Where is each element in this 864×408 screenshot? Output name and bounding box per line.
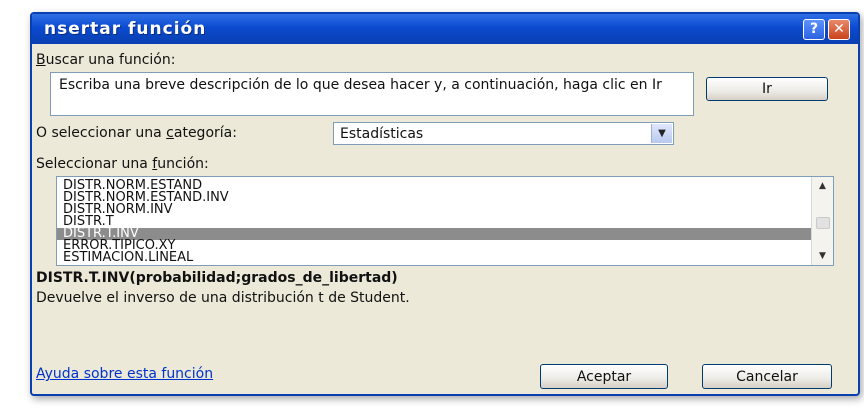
help-link[interactable]: Ayuda sobre esta función: [36, 366, 213, 382]
close-button[interactable]: ✕: [828, 18, 850, 40]
category-select[interactable]: Estadísticas ▼: [333, 122, 674, 145]
title-bar-buttons: ? ✕: [803, 18, 850, 40]
help-button[interactable]: ?: [803, 18, 825, 40]
function-list-label: Seleccionar una función:: [36, 156, 209, 172]
dialog-title: nsertar función: [44, 19, 207, 39]
search-label: Buscar una función:: [36, 52, 176, 68]
function-list[interactable]: DISTR.NORM.ESTAND DISTR.NORM.ESTAND.INV DI…: [56, 176, 834, 266]
category-select-value: Estadísticas: [340, 126, 424, 142]
cancel-button-label: Cancelar: [736, 368, 798, 385]
function-list-item[interactable]: DISTR.T: [57, 215, 811, 228]
close-icon: ✕: [833, 21, 845, 37]
go-button[interactable]: Ir: [706, 77, 828, 101]
search-input[interactable]: Escriba una breve descripción de lo que …: [50, 72, 694, 116]
function-signature: DISTR.T.INV(probabilidad;grados_de_liber…: [36, 270, 398, 286]
dropdown-arrow-icon[interactable]: ▼: [651, 124, 672, 143]
scroll-up-arrow-icon[interactable]: ▲: [814, 179, 831, 193]
go-button-label: Ir: [762, 81, 772, 97]
function-list-item[interactable]: ESTIMACION.LINEAL: [57, 251, 811, 264]
help-icon: ?: [809, 21, 819, 37]
scroll-thumb[interactable]: [816, 217, 830, 229]
function-description: Devuelve el inverso de una distribución …: [36, 290, 410, 306]
category-label: O seleccionar una categoría:: [36, 125, 237, 141]
search-input-text: Escriba una breve descripción de lo que …: [59, 77, 662, 93]
function-list-items: DISTR.NORM.ESTAND DISTR.NORM.ESTAND.INV DI…: [57, 177, 811, 264]
title-bar[interactable]: nsertar función ? ✕: [32, 14, 858, 44]
ok-button-label: Aceptar: [576, 368, 632, 385]
scroll-down-arrow-icon[interactable]: ▼: [814, 249, 831, 263]
ok-button[interactable]: Aceptar: [540, 364, 668, 389]
function-list-scrollbar[interactable]: ▲ ▼: [811, 177, 833, 265]
insert-function-dialog: nsertar función ? ✕ Buscar una función: …: [30, 12, 860, 396]
cancel-button[interactable]: Cancelar: [702, 364, 832, 389]
function-list-item[interactable]: DISTR.NORM.INV: [57, 203, 811, 216]
